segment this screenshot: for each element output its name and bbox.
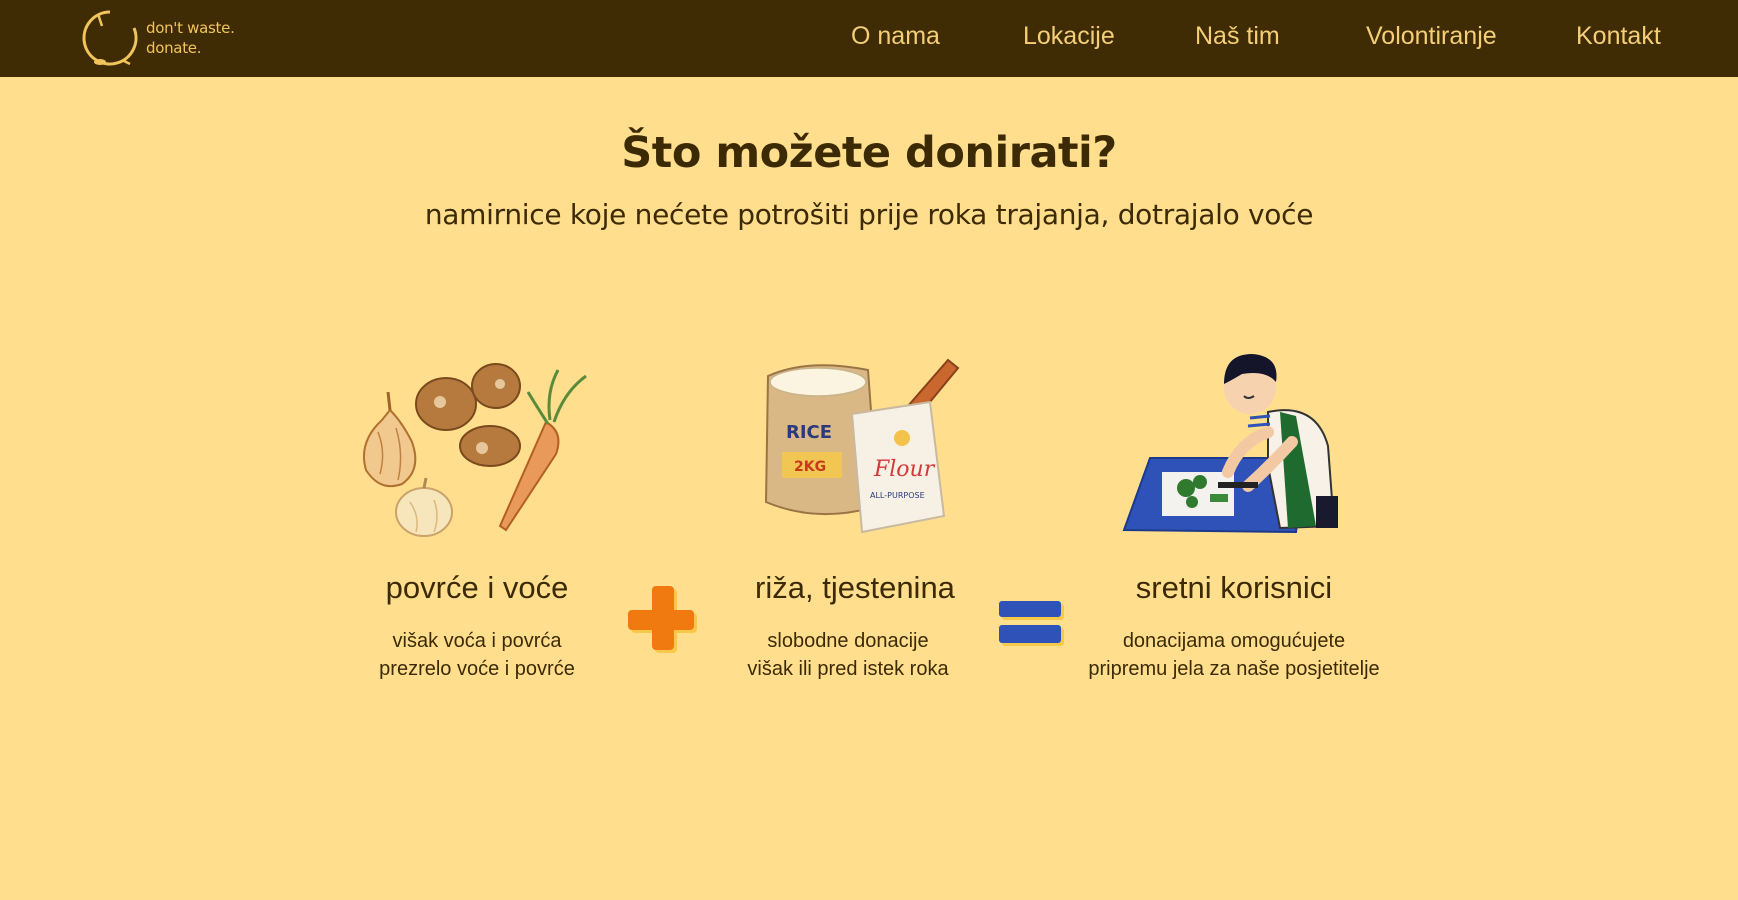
logo-ring-icon	[82, 10, 138, 66]
card-desc-line: donacijama omogućujete	[1122, 630, 1346, 652]
card-title-users: sretni korisnici	[1135, 570, 1333, 605]
card-desc-line: prezrelo voće i povrće	[379, 658, 575, 680]
card-title-rice: riža, tjestenina	[755, 570, 955, 605]
rice-weight-label: 2KG	[794, 459, 826, 475]
card-title-vegetables: povrće i voće	[385, 570, 569, 605]
card-desc-line: pripremu jela za naše posjetitelje	[1088, 658, 1380, 680]
logo-text-line2: donate.	[146, 39, 202, 57]
nav-volontiranje[interactable]: Volontiranje	[1366, 18, 1497, 54]
logo[interactable]: don't waste. donate.	[78, 6, 238, 68]
rice-flour-illustration: RICE 2KG Flour ALL-PURPOSE	[758, 356, 968, 540]
page-subtitle: namirnice koje nećete potrošiti prije ro…	[424, 198, 1314, 231]
page-title: Što možete donirati?	[621, 128, 1117, 178]
navbar: don't waste. donate. O nama Lokacije Naš…	[0, 0, 1738, 77]
flour-purpose-label: ALL-PURPOSE	[870, 491, 925, 500]
logo-text-line1: don't waste.	[146, 19, 235, 37]
card-desc-line: slobodne donacije	[767, 630, 929, 652]
nav-nas-tim[interactable]: Naš tim	[1195, 18, 1280, 54]
card-desc-line: višak ili pred istek roka	[747, 658, 949, 680]
card-desc-vegetables: višak voća i povrća prezrelo voće i povr…	[287, 627, 667, 683]
flour-label: Flour	[873, 457, 936, 482]
card-desc-users: donacijama omogućujete pripremu jela za …	[1044, 627, 1424, 683]
card-desc-rice: slobodne donacije višak ili pred istek r…	[658, 627, 1038, 683]
chef-illustration	[1120, 346, 1360, 540]
rice-label: RICE	[786, 422, 832, 443]
vegetables-illustration	[350, 362, 600, 546]
card-desc-line: višak voća i povrća	[392, 630, 562, 652]
nav-o-nama[interactable]: O nama	[851, 18, 940, 54]
nav-kontakt[interactable]: Kontakt	[1576, 18, 1661, 54]
nav-lokacije[interactable]: Lokacije	[1023, 18, 1115, 54]
